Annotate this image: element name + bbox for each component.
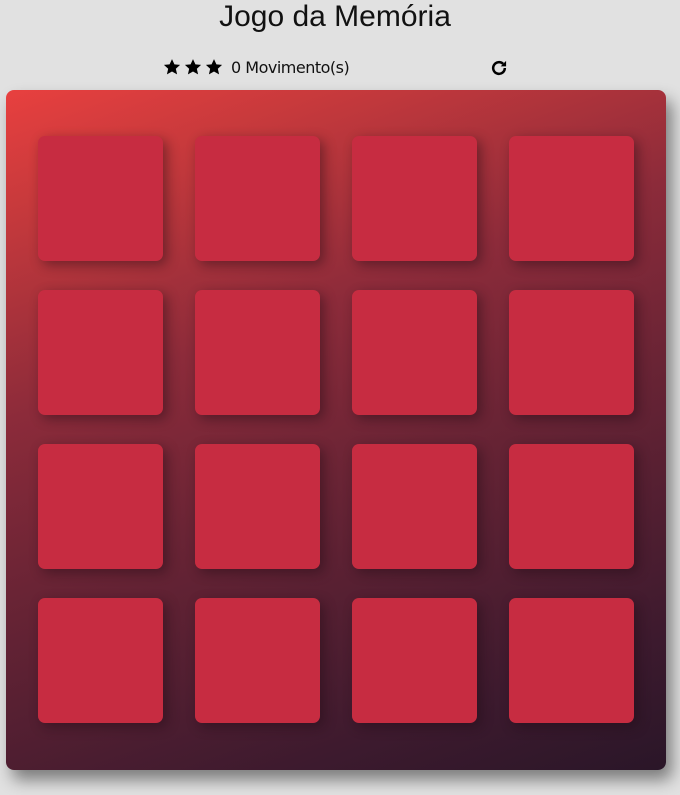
card[interactable] [352,444,477,569]
card[interactable] [38,290,163,415]
restart-button[interactable] [489,57,511,79]
card[interactable] [509,444,634,569]
game-title: Jogo da Memória [219,0,451,33]
card[interactable] [509,136,634,261]
card[interactable] [352,290,477,415]
card[interactable] [195,136,320,261]
card[interactable] [352,598,477,723]
card[interactable] [38,444,163,569]
moves-label: Movimento(s) [245,58,350,77]
card[interactable] [195,290,320,415]
refresh-icon [491,60,507,76]
card[interactable] [509,598,634,723]
star-icon [162,56,182,78]
star-icon [204,56,224,78]
card[interactable] [352,136,477,261]
star-icon [183,56,203,78]
card[interactable] [195,598,320,723]
moves-counter: 0 Movimento(s) [231,58,350,77]
card-deck [6,90,666,770]
card[interactable] [38,136,163,261]
card[interactable] [509,290,634,415]
card[interactable] [38,598,163,723]
moves-count: 0 [231,58,241,77]
card[interactable] [195,444,320,569]
score-panel: 0 Movimento(s) [162,56,514,80]
star-rating [162,56,224,78]
